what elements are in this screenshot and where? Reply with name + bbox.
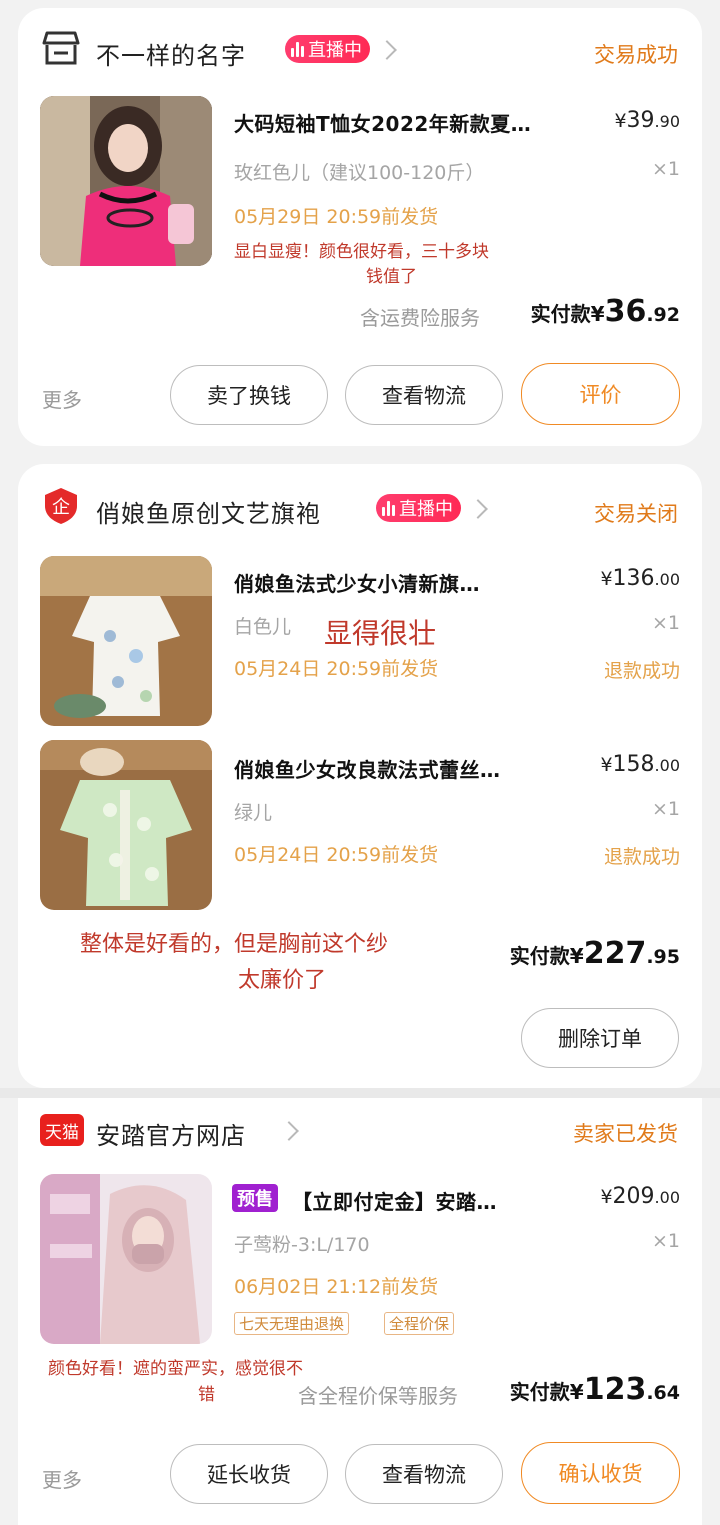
ship-deadline: 05月24日 20:59前发货 xyxy=(234,658,439,680)
more-link[interactable]: 更多 xyxy=(42,1464,82,1493)
product-title[interactable]: 俏娘鱼法式少女小清新旗… xyxy=(234,568,480,597)
view-logistics-button[interactable]: 查看物流 xyxy=(345,365,503,425)
order-status: 交易成功 xyxy=(594,43,678,67)
tmall-icon: 天猫 xyxy=(40,1114,84,1146)
live-badge[interactable]: 直播中 xyxy=(285,35,370,63)
product-image[interactable] xyxy=(40,740,212,910)
product-photo xyxy=(40,1174,212,1344)
live-badge[interactable]: 直播中 xyxy=(376,494,461,522)
store-icon xyxy=(42,31,80,65)
order-card-3: 天猫 安踏官方网店 卖家已发货 预售 【立即付定金】安踏… ¥209.00 子莺… xyxy=(18,1098,702,1525)
live-icon xyxy=(382,500,395,516)
order-status: 卖家已发货 xyxy=(573,1122,678,1146)
service-tag: 七天无理由退换 xyxy=(234,1312,350,1335)
product-title[interactable]: 【立即付定金】安踏… xyxy=(292,1186,497,1215)
handwritten-note-line1: 显白显瘦！颜色很好看，三十多块 xyxy=(234,242,489,262)
service-info: 含全程价保等服务 xyxy=(298,1384,458,1408)
handwritten-note-big: 显得很壮 xyxy=(324,617,437,650)
product-qty: ×1 xyxy=(651,798,680,820)
refund-status: 退款成功 xyxy=(603,660,680,682)
order-card-2: 企 俏娘鱼原创文艺旗袍 直播中 交易关闭 俏娘鱼法式少女小清新旗… ¥136.0… xyxy=(18,464,702,1088)
handwritten-note-line2: 太廉价了 xyxy=(238,968,327,993)
product-sku: 绿儿 xyxy=(234,802,273,824)
shop-name[interactable]: 不一样的名字 xyxy=(96,36,246,71)
more-link[interactable]: 更多 xyxy=(42,384,82,413)
product-image[interactable] xyxy=(40,96,212,266)
product-qty: ×1 xyxy=(651,612,680,634)
product-price: ¥209.00 xyxy=(600,1184,680,1209)
product-sku: 白色儿 xyxy=(234,616,292,638)
paid-amount: 实付款¥36.92 xyxy=(530,294,680,329)
confirm-receipt-button[interactable]: 确认收货 xyxy=(521,1442,680,1504)
paid-amount: 实付款¥123.64 xyxy=(509,1372,680,1407)
live-label: 直播中 xyxy=(399,499,453,520)
chevron-right-icon[interactable] xyxy=(468,499,488,519)
order-card-1: 不一样的名字 直播中 交易成功 大码短袖T恤女2022年新款夏… ¥39.90 … xyxy=(18,8,702,446)
product-price: ¥158.00 xyxy=(600,752,680,777)
product-qty: ×1 xyxy=(651,158,680,180)
shop-name[interactable]: 安踏官方网店 xyxy=(96,1116,246,1151)
handwritten-note-line1: 颜色好看！遮的蛮严实，感觉很不 xyxy=(48,1359,303,1379)
svg-text:企: 企 xyxy=(52,497,70,518)
product-sku: 子莺粉-3:L/170 xyxy=(234,1234,370,1256)
product-photo xyxy=(40,556,212,726)
product-price: ¥39.90 xyxy=(614,108,680,133)
screenshot-seam xyxy=(0,1088,720,1098)
resell-button[interactable]: 卖了换钱 xyxy=(170,365,328,425)
product-qty: ×1 xyxy=(651,1230,680,1252)
ship-deadline: 06月02日 21:12前发货 xyxy=(234,1276,439,1298)
shop-name[interactable]: 俏娘鱼原创文艺旗袍 xyxy=(96,494,321,529)
handwritten-note-line1: 整体是好看的，但是胸前这个纱 xyxy=(80,932,389,957)
paid-amount: 实付款¥227.95 xyxy=(509,936,680,971)
product-title[interactable]: 大码短袖T恤女2022年新款夏… xyxy=(234,108,531,137)
product-price: ¥136.00 xyxy=(600,566,680,591)
product-image[interactable] xyxy=(40,1174,212,1344)
live-icon xyxy=(291,41,304,57)
product-sku: 玫红色儿（建议100-120斤） xyxy=(234,162,485,184)
handwritten-note-line2: 错 xyxy=(198,1385,215,1405)
review-button[interactable]: 评价 xyxy=(521,363,680,425)
product-title[interactable]: 俏娘鱼少女改良款法式蕾丝… xyxy=(234,754,501,783)
view-logistics-button[interactable]: 查看物流 xyxy=(345,1444,503,1504)
chevron-right-icon[interactable] xyxy=(377,40,397,60)
extend-receipt-button[interactable]: 延长收货 xyxy=(170,1444,328,1504)
chevron-right-icon[interactable] xyxy=(279,1121,299,1141)
service-tag: 全程价保 xyxy=(384,1312,455,1335)
brand-shield-icon: 企 xyxy=(45,488,77,524)
product-photo xyxy=(40,96,212,266)
service-info: 含运费险服务 xyxy=(360,306,480,330)
presale-tag: 预售 xyxy=(232,1184,278,1212)
ship-deadline: 05月24日 20:59前发货 xyxy=(234,844,439,866)
delete-order-button[interactable]: 删除订单 xyxy=(521,1008,679,1068)
live-label: 直播中 xyxy=(308,40,362,61)
handwritten-note-line2: 钱值了 xyxy=(366,267,417,287)
ship-deadline: 05月29日 20:59前发货 xyxy=(234,206,439,228)
product-image[interactable] xyxy=(40,556,212,726)
refund-status: 退款成功 xyxy=(603,846,680,868)
product-photo xyxy=(40,740,212,910)
order-status: 交易关闭 xyxy=(594,502,678,526)
